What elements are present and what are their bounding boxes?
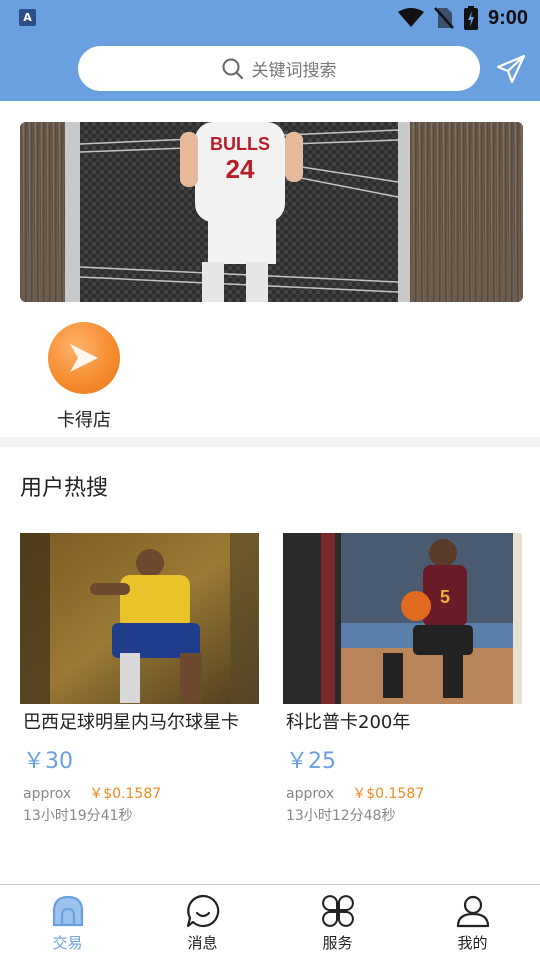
section-title: 用户热搜: [20, 476, 109, 501]
header: A 9:00 关键词搜索: [0, 0, 540, 101]
product-approx: approx ￥$0.1587: [20, 783, 260, 803]
status-bar: A 9:00: [0, 0, 540, 36]
app-notification-icon: A: [19, 9, 36, 26]
product-card[interactable]: 5 科比普卡200年 ￥25 approx ￥$0.1587 13小时12分48秒: [283, 533, 523, 825]
banner-image: BULLS 24: [20, 122, 523, 302]
product-approx: approx ￥$0.1587: [283, 783, 523, 803]
product-time-left: 13小时12分48秒: [286, 808, 396, 824]
product-name: 巴西足球明星内马尔球星卡: [23, 712, 239, 733]
search-placeholder: 关键词搜索: [251, 61, 337, 81]
banner-carousel[interactable]: BULLS 24: [20, 122, 523, 302]
search-icon: [222, 58, 243, 79]
tab-trade[interactable]: 交易: [0, 885, 135, 960]
tab-messages[interactable]: 消息: [135, 885, 270, 960]
no-sim-icon: [434, 7, 454, 29]
approx-label: approx: [286, 786, 335, 802]
send-icon[interactable]: [496, 54, 526, 84]
approx-usd-price: ￥$0.1587: [89, 786, 162, 802]
shortcut-label: 卡得店: [57, 410, 111, 431]
product-image: 5: [283, 533, 522, 704]
tab-services[interactable]: 服务: [270, 885, 405, 960]
approx-usd-price: ￥$0.1587: [352, 786, 425, 802]
trade-icon: [52, 895, 83, 927]
section-divider: [0, 437, 540, 447]
bottom-tab-bar: 交易 消息 服务 我的: [0, 884, 540, 960]
status-time: 9:00: [487, 6, 528, 29]
tab-label: 我的: [457, 934, 488, 952]
shortcut-icon: [48, 322, 120, 394]
status-icons: 9:00: [397, 6, 528, 30]
product-name: 科比普卡200年: [286, 712, 411, 733]
product-price: ￥25: [286, 749, 336, 774]
play-icon: [70, 344, 98, 372]
service-icon: [321, 895, 354, 927]
svg-text:BULLS: BULLS: [210, 134, 270, 154]
tab-profile[interactable]: 我的: [405, 885, 540, 960]
svg-text:24: 24: [226, 154, 255, 184]
tab-label: 交易: [52, 934, 83, 952]
product-time-left: 13小时19分41秒: [23, 808, 133, 824]
svg-text:5: 5: [440, 587, 450, 607]
battery-icon: [463, 6, 478, 30]
product-image: [20, 533, 259, 704]
tab-label: 消息: [187, 934, 218, 952]
profile-icon: [456, 895, 489, 928]
shortcut-kadedian[interactable]: 卡得店: [47, 322, 121, 431]
product-card[interactable]: 巴西足球明星内马尔球星卡 ￥30 approx ￥$0.1587 13小时19分4…: [20, 533, 260, 825]
tab-label: 服务: [322, 934, 353, 952]
product-price: ￥30: [23, 749, 73, 774]
approx-label: approx: [23, 786, 72, 802]
search-input[interactable]: 关键词搜索: [78, 46, 480, 91]
wifi-icon: [397, 8, 424, 27]
message-icon: [186, 894, 219, 928]
